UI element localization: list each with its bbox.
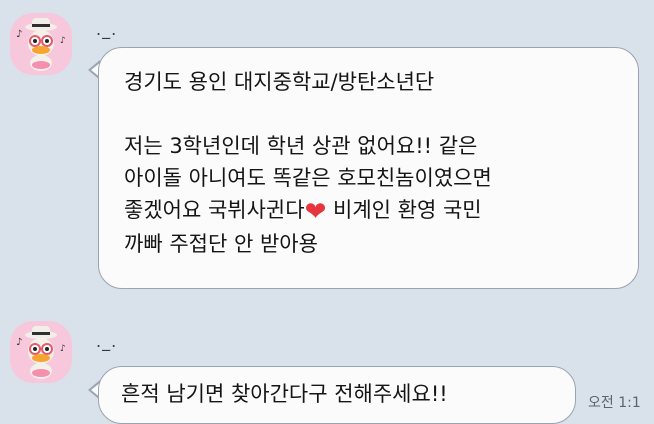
duck-avatar-icon[interactable]: ♪ ♪ bbox=[10, 13, 72, 75]
message-line-text: 좋겠어요 국뷔사귄다 bbox=[124, 198, 305, 222]
sender-name: ._. bbox=[96, 332, 118, 351]
svg-text:♪: ♪ bbox=[60, 344, 66, 354]
message-timestamp: 오전 1:1 bbox=[588, 395, 641, 411]
message-line: 경기도 용인 대지중학교/방탄소년단 bbox=[124, 70, 435, 94]
svg-text:♪: ♪ bbox=[16, 29, 22, 40]
message-bubble[interactable]: 흔적 남기면 찾아간다구 전해주세요!! bbox=[98, 366, 576, 424]
message-line-text: 비계인 환영 국민 bbox=[326, 198, 482, 222]
message-bubble[interactable]: 경기도 용인 대지중학교/방탄소년단 저는 3학년인데 학년 상관 없어요!! … bbox=[98, 47, 639, 289]
message-line: 아이돌 아니여도 똑같은 호모친놈이였으면 bbox=[124, 166, 492, 190]
message-line: 까빠 주접단 안 받아용 bbox=[124, 232, 318, 256]
message-row: ♪ ♪ ._. 경기도 용인 대지중학교/방탄소년단 저는 3학년인데 학년 상… bbox=[0, 0, 654, 300]
message-line-with-heart: 좋겠어요 국뷔사귄다❤ 비계인 환영 국민 bbox=[124, 194, 618, 228]
message-row: ♪ ♪ ._. 흔적 남기면 찾아간다구 전해주세요!! bbox=[0, 318, 654, 424]
message-line: 흔적 남기면 찾아간다구 전해주세요!! bbox=[121, 382, 448, 406]
svg-text:♪: ♪ bbox=[60, 36, 66, 46]
svg-text:♪: ♪ bbox=[16, 337, 22, 348]
duck-avatar-icon[interactable]: ♪ ♪ bbox=[10, 321, 72, 383]
message-line: 저는 3학년인데 학년 상관 없어요!! 같은 bbox=[124, 134, 478, 158]
sender-name: ._. bbox=[96, 20, 118, 39]
heart-icon: ❤ bbox=[304, 197, 327, 227]
